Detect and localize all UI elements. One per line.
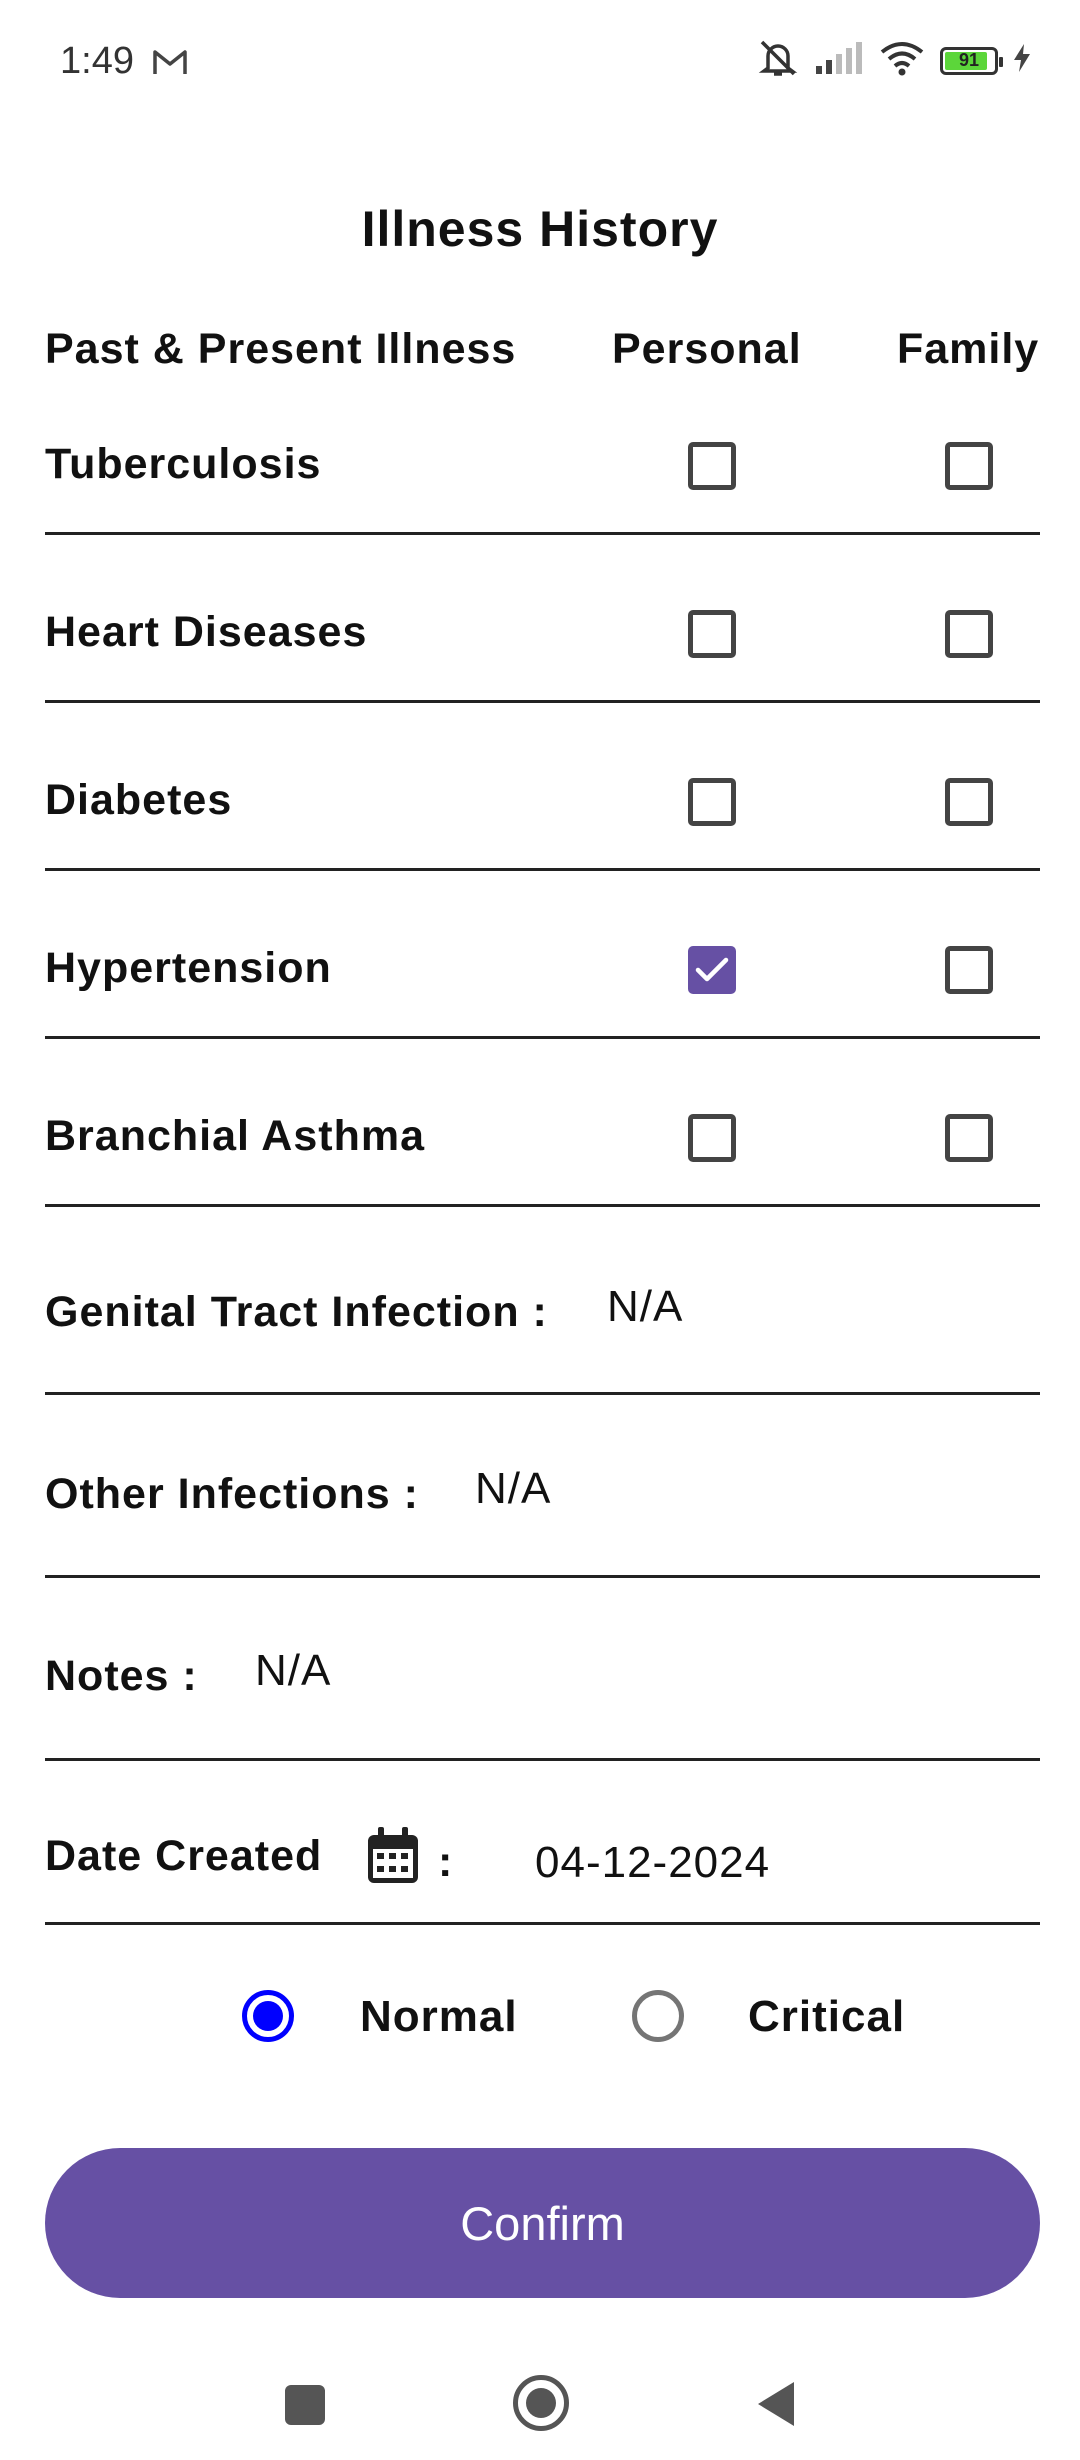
divider [45,1036,1040,1039]
confirm-button[interactable]: Confirm [45,2148,1040,2298]
gmail-icon [152,48,188,81]
illness-label: Diabetes [45,776,233,824]
notes-label: Notes : [45,1652,198,1700]
calendar-icon[interactable] [366,1827,420,1890]
divider [45,1392,1040,1395]
illness-label: Hypertension [45,944,332,992]
header-illness: Past & Present Illness [45,325,517,373]
status-icons: 91 [756,38,1032,83]
wifi-icon [878,40,926,81]
other-infections-label: Other Infections : [45,1470,419,1518]
home-icon[interactable] [513,2375,569,2431]
recents-icon[interactable] [285,2385,325,2425]
date-colon: : [438,1838,454,1886]
family-checkbox-hypertension[interactable] [945,946,993,994]
radio-normal-label[interactable]: Normal [360,1992,518,2042]
illness-label: Tuberculosis [45,440,322,488]
other-infections-input[interactable]: N/A [475,1464,551,1514]
check-icon [695,957,729,982]
family-checkbox-heart-diseases[interactable] [945,610,993,658]
divider [45,1575,1040,1578]
illness-label: Heart Diseases [45,608,368,656]
illness-label: Branchial Asthma [45,1112,426,1160]
divider [45,1204,1040,1207]
divider [45,532,1040,535]
battery-icon: 91 [940,46,1003,75]
personal-checkbox-tuberculosis[interactable] [688,442,736,490]
signal-icon [814,40,864,81]
family-checkbox-tuberculosis[interactable] [945,442,993,490]
header-family: Family [897,325,1040,373]
personal-checkbox-heart-diseases[interactable] [688,610,736,658]
radio-critical-label[interactable]: Critical [748,1992,905,2042]
mute-icon [756,38,800,83]
personal-checkbox-branchial-asthma[interactable] [688,1114,736,1162]
divider [45,1758,1040,1761]
radio-critical[interactable] [632,1990,684,2042]
battery-level: 91 [958,50,980,70]
date-created-label: Date Created [45,1832,323,1880]
radio-normal[interactable] [242,1990,294,2042]
family-checkbox-branchial-asthma[interactable] [945,1114,993,1162]
divider [45,868,1040,871]
divider [45,1922,1040,1925]
status-time: 1:49 [60,40,134,82]
page-title: Illness History [361,201,719,257]
header-personal: Personal [612,325,802,373]
personal-checkbox-hypertension[interactable] [688,946,736,994]
back-icon[interactable] [756,2380,796,2433]
genital-infection-input[interactable]: N/A [607,1282,683,1332]
personal-checkbox-diabetes[interactable] [688,778,736,826]
divider [45,700,1040,703]
charging-icon [1012,42,1032,79]
notes-input[interactable]: N/A [255,1646,331,1696]
date-created-value[interactable]: 04-12-2024 [535,1838,770,1888]
family-checkbox-diabetes[interactable] [945,778,993,826]
genital-infection-label: Genital Tract Infection : [45,1288,548,1336]
